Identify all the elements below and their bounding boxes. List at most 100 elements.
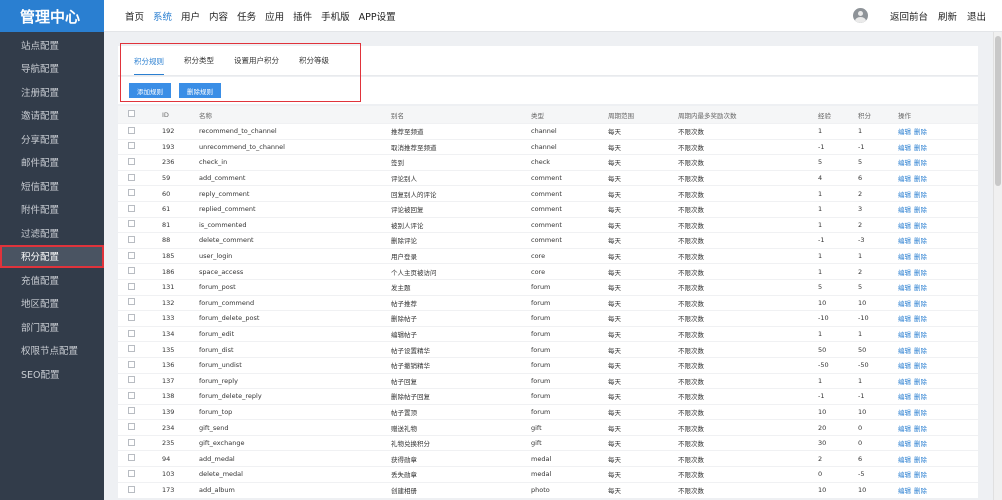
tab-item[interactable]: 积分规则 <box>134 56 164 75</box>
delete-link[interactable]: 删除 <box>914 315 927 323</box>
delete-link[interactable]: 删除 <box>914 393 927 401</box>
scrollbar-thumb[interactable] <box>995 36 1001 186</box>
sidebar-item[interactable]: SEO配置 <box>0 362 104 386</box>
row-checkbox[interactable] <box>128 157 135 165</box>
row-checkbox[interactable] <box>128 173 135 181</box>
topnav-item[interactable]: 首页 <box>125 9 144 23</box>
edit-link[interactable]: 编辑 <box>898 237 911 245</box>
back-to-frontend-link[interactable]: 返回前台 <box>890 9 928 23</box>
edit-link[interactable]: 编辑 <box>898 253 911 261</box>
delete-link[interactable]: 删除 <box>914 237 927 245</box>
row-checkbox[interactable] <box>128 360 135 368</box>
sidebar-item[interactable]: 短信配置 <box>0 174 104 198</box>
delete-link[interactable]: 删除 <box>914 206 927 214</box>
page-scrollbar[interactable] <box>993 32 1002 500</box>
delete-link[interactable]: 删除 <box>914 191 927 199</box>
delete-rule-button[interactable]: 删除规则 <box>179 83 221 98</box>
sidebar-item[interactable]: 地区配置 <box>0 292 104 316</box>
delete-link[interactable]: 删除 <box>914 378 927 386</box>
logout-link[interactable]: 退出 <box>967 9 986 23</box>
row-checkbox[interactable] <box>128 438 135 446</box>
topnav-item[interactable]: 内容 <box>209 9 228 23</box>
sidebar-item[interactable]: 分享配置 <box>0 127 104 151</box>
row-checkbox[interactable] <box>128 298 135 306</box>
topnav-item[interactable]: 用户 <box>181 9 200 23</box>
edit-link[interactable]: 编辑 <box>898 378 911 386</box>
delete-link[interactable]: 删除 <box>914 284 927 292</box>
delete-link[interactable]: 删除 <box>914 409 927 417</box>
edit-link[interactable]: 编辑 <box>898 471 911 479</box>
sidebar-item[interactable]: 附件配置 <box>0 198 104 222</box>
delete-link[interactable]: 删除 <box>914 471 927 479</box>
edit-link[interactable]: 编辑 <box>898 487 911 495</box>
delete-link[interactable]: 删除 <box>914 456 927 464</box>
edit-link[interactable]: 编辑 <box>898 362 911 370</box>
edit-link[interactable]: 编辑 <box>898 222 911 230</box>
row-checkbox[interactable] <box>128 220 135 228</box>
sidebar-item[interactable]: 充值配置 <box>0 268 104 292</box>
row-checkbox[interactable] <box>128 235 135 243</box>
avatar-icon[interactable] <box>852 8 868 23</box>
row-checkbox[interactable] <box>128 376 135 384</box>
delete-link[interactable]: 删除 <box>914 144 927 152</box>
delete-link[interactable]: 删除 <box>914 253 927 261</box>
edit-link[interactable]: 编辑 <box>898 347 911 355</box>
row-checkbox[interactable] <box>128 142 135 150</box>
row-checkbox[interactable] <box>128 485 135 493</box>
topnav-item[interactable]: 手机版 <box>321 9 350 23</box>
row-checkbox[interactable] <box>128 391 135 399</box>
delete-link[interactable]: 删除 <box>914 300 927 308</box>
delete-link[interactable]: 删除 <box>914 425 927 433</box>
row-checkbox[interactable] <box>128 126 135 134</box>
refresh-link[interactable]: 刷新 <box>938 9 957 23</box>
row-checkbox[interactable] <box>128 407 135 415</box>
sidebar-item[interactable]: 过滤配置 <box>0 221 104 245</box>
row-checkbox[interactable] <box>128 345 135 353</box>
sidebar-item[interactable]: 邀请配置 <box>0 104 104 128</box>
row-checkbox[interactable] <box>128 267 135 275</box>
tab-item[interactable]: 设置用户积分 <box>234 55 279 75</box>
edit-link[interactable]: 编辑 <box>898 331 911 339</box>
edit-link[interactable]: 编辑 <box>898 456 911 464</box>
sidebar-item[interactable]: 邮件配置 <box>0 151 104 175</box>
add-rule-button[interactable]: 添加规则 <box>129 83 171 98</box>
delete-link[interactable]: 删除 <box>914 128 927 136</box>
sidebar-item[interactable]: 权限节点配置 <box>0 339 104 363</box>
delete-link[interactable]: 删除 <box>914 159 927 167</box>
row-checkbox[interactable] <box>128 329 135 337</box>
edit-link[interactable]: 编辑 <box>898 315 911 323</box>
edit-link[interactable]: 编辑 <box>898 206 911 214</box>
edit-link[interactable]: 编辑 <box>898 269 911 277</box>
tab-item[interactable]: 积分类型 <box>184 55 214 75</box>
sidebar-item[interactable]: 积分配置 <box>0 244 104 268</box>
sidebar-item[interactable]: 注册配置 <box>0 80 104 104</box>
row-checkbox[interactable] <box>128 189 135 197</box>
delete-link[interactable]: 删除 <box>914 362 927 370</box>
edit-link[interactable]: 编辑 <box>898 393 911 401</box>
sidebar-item[interactable]: 部门配置 <box>0 315 104 339</box>
row-checkbox[interactable] <box>128 469 135 477</box>
edit-link[interactable]: 编辑 <box>898 175 911 183</box>
delete-link[interactable]: 删除 <box>914 487 927 495</box>
sidebar-item[interactable]: 站点配置 <box>0 33 104 57</box>
delete-link[interactable]: 删除 <box>914 222 927 230</box>
sidebar-item[interactable]: 导航配置 <box>0 57 104 81</box>
tab-item[interactable]: 积分等级 <box>299 55 329 75</box>
edit-link[interactable]: 编辑 <box>898 300 911 308</box>
topnav-item[interactable]: 任务 <box>237 9 256 23</box>
edit-link[interactable]: 编辑 <box>898 144 911 152</box>
edit-link[interactable]: 编辑 <box>898 128 911 136</box>
row-checkbox[interactable] <box>128 423 135 431</box>
edit-link[interactable]: 编辑 <box>898 425 911 433</box>
delete-link[interactable]: 删除 <box>914 175 927 183</box>
delete-link[interactable]: 删除 <box>914 331 927 339</box>
delete-link[interactable]: 删除 <box>914 440 927 448</box>
topnav-item[interactable]: 系统 <box>153 9 172 23</box>
topnav-item[interactable]: 应用 <box>265 9 284 23</box>
edit-link[interactable]: 编辑 <box>898 159 911 167</box>
row-checkbox[interactable] <box>128 313 135 321</box>
delete-link[interactable]: 删除 <box>914 269 927 277</box>
edit-link[interactable]: 编辑 <box>898 440 911 448</box>
edit-link[interactable]: 编辑 <box>898 191 911 199</box>
topnav-item[interactable]: APP设置 <box>359 9 396 23</box>
